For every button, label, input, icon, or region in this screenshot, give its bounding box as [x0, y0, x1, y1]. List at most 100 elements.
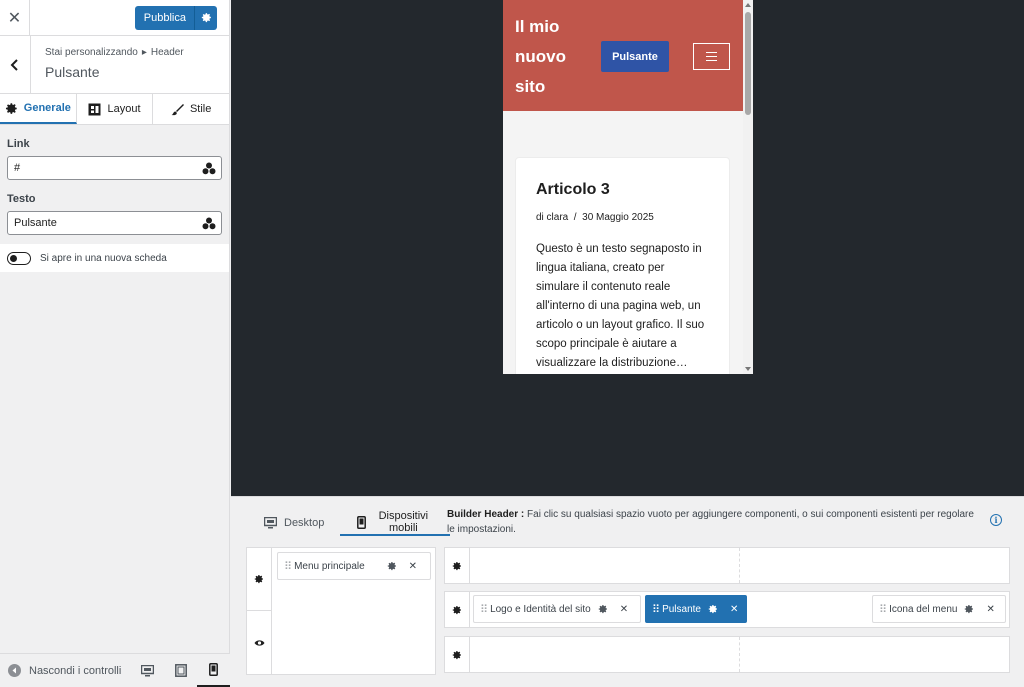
hide-controls-button[interactable]: Nascondi i controlli [0, 664, 121, 677]
breadcrumb-section: Header [150, 47, 184, 58]
customizer-sidebar: ✕ Pubblica Stai personalizzando ▸ Header… [0, 0, 230, 687]
tab-layout[interactable]: Layout [77, 94, 154, 124]
tablet-preview-button[interactable] [164, 654, 197, 687]
remove-component-icon[interactable]: ✕ [730, 604, 738, 615]
gear-icon [452, 605, 461, 614]
publish-settings-button[interactable] [195, 12, 217, 23]
component-settings-button[interactable] [387, 561, 397, 571]
builder-device-tabs: Desktop Dispositivi mobili [260, 510, 451, 536]
scroll-up-arrow-icon[interactable] [745, 3, 751, 7]
mobile-preview-button[interactable] [197, 654, 230, 687]
text-label: Testo [7, 193, 36, 205]
gear-icon [201, 13, 211, 23]
row-divider [739, 548, 740, 583]
remove-component-icon[interactable]: ✕ [986, 604, 994, 615]
remove-component-icon[interactable]: ✕ [409, 561, 417, 572]
arrow-left-circle-icon [8, 664, 21, 677]
preview-page: Il mio nuovo sito Pulsante Articolo 3 di… [503, 0, 743, 374]
text-value: Pulsante [14, 217, 57, 229]
publish-button[interactable]: Pubblica [135, 5, 195, 30]
builder-instructions-title: Builder Header : [447, 509, 525, 520]
desktop-preview-button[interactable] [131, 654, 164, 687]
device-switcher [131, 654, 230, 687]
settings-tabs: Generale Layout Stile [0, 94, 229, 125]
site-preview-area: Il mio nuovo sito Pulsante Articolo 3 di… [231, 0, 1024, 496]
back-button[interactable] [0, 36, 31, 93]
drag-handle-icon[interactable]: ⠿ [284, 560, 292, 573]
settings-panel: Link # Testo Pulsante Si apre in una nuo… [0, 125, 229, 272]
builder-tab-mobile[interactable]: Dispositivi mobili [340, 510, 451, 536]
builder-instructions: Builder Header : Fai clic su qualsiasi s… [447, 507, 982, 537]
builder-tab-mobile-label: Dispositivi mobili [378, 510, 429, 534]
component-settings-button[interactable] [598, 604, 608, 614]
component-label: Logo e Identità del sito [490, 603, 591, 615]
text-field[interactable]: Pulsante [7, 211, 222, 235]
menu-toggle-button[interactable] [693, 43, 730, 70]
offcanvas-settings-button[interactable] [247, 548, 271, 611]
tab-generale[interactable]: Generale [0, 94, 77, 124]
drag-handle-icon[interactable]: ⠿ [879, 603, 887, 616]
breadcrumb-arrow-icon: ▸ [141, 47, 147, 58]
desktop-icon [141, 664, 154, 676]
close-icon: ✕ [7, 9, 22, 27]
gear-icon [452, 561, 461, 570]
component-logo[interactable]: ⠿ Logo e Identità del sito ✕ [473, 595, 641, 623]
builder-row-bottom[interactable] [444, 636, 1010, 673]
sidebar-top-bar: ✕ Pubblica [0, 0, 229, 36]
component-settings-button[interactable] [964, 604, 974, 614]
link-value: # [14, 162, 21, 174]
preview-scrollbar[interactable] [743, 0, 753, 374]
mobile-icon [357, 515, 367, 529]
tab-label: Generale [23, 102, 71, 114]
tab-stile[interactable]: Stile [153, 94, 229, 124]
component-settings-button[interactable] [708, 604, 718, 614]
link-field[interactable]: # [7, 156, 222, 180]
row-settings-button[interactable] [445, 592, 470, 627]
builder-row-main[interactable]: ⠿ Logo e Identità del sito ✕ ⠿ Pulsante … [444, 591, 1010, 628]
gear-icon [254, 575, 263, 584]
builder-tab-desktop-label: Desktop [284, 517, 325, 529]
row-settings-button[interactable] [445, 637, 470, 672]
panel-title: Pulsante [45, 64, 100, 80]
scrollbar-thumb[interactable] [745, 12, 751, 115]
drag-handle-icon[interactable]: ⠿ [480, 603, 488, 616]
row-divider [739, 637, 740, 672]
component-label: Menu principale [294, 560, 365, 572]
builder-row-top[interactable] [444, 547, 1010, 584]
mobile-preview-frame[interactable]: Il mio nuovo sito Pulsante Articolo 3 di… [503, 0, 753, 374]
info-icon[interactable]: i [990, 514, 1002, 526]
gear-icon [387, 562, 396, 571]
scroll-down-arrow-icon[interactable] [745, 367, 751, 371]
dynamic-tags-icon[interactable] [202, 162, 216, 175]
component-menu-principale[interactable]: ⠿ Menu principale ✕ [277, 552, 431, 580]
dynamic-tags-icon[interactable] [202, 217, 216, 230]
remove-component-icon[interactable]: ✕ [620, 604, 628, 615]
builder-tab-desktop[interactable]: Desktop [260, 510, 328, 536]
breadcrumb: Stai personalizzando ▸ Header [45, 47, 184, 58]
new-tab-option: Si apre in una nuova scheda [0, 244, 229, 272]
publish-button-group: Pubblica [134, 5, 217, 30]
drag-handle-icon[interactable]: ⠿ [652, 603, 660, 616]
tablet-icon [174, 664, 187, 677]
offcanvas-area[interactable]: ⠿ Menu principale ✕ [246, 547, 436, 675]
close-customizer-button[interactable]: ✕ [0, 0, 30, 36]
component-label: Icona del menu [889, 603, 958, 615]
row-settings-button[interactable] [445, 548, 470, 583]
component-icona-menu[interactable]: ⠿ Icona del menu ✕ [872, 595, 1006, 623]
article-card: Articolo 3 di clara / 30 Maggio 2025 Que… [515, 157, 730, 374]
chevron-left-icon [10, 58, 18, 71]
gear-icon [5, 102, 17, 114]
brush-icon [171, 103, 184, 115]
tab-label: Stile [189, 103, 212, 115]
gear-icon [965, 605, 974, 614]
site-title[interactable]: Il mio nuovo sito [515, 12, 575, 102]
new-tab-label: Si apre in una nuova scheda [40, 252, 167, 264]
header-button[interactable]: Pulsante [601, 41, 669, 72]
article-excerpt: Questo è un testo segnaposto in lingua i… [536, 243, 705, 369]
site-header[interactable]: Il mio nuovo sito Pulsante [503, 0, 743, 111]
component-label: Pulsante [662, 603, 701, 615]
offcanvas-visibility-button[interactable] [247, 611, 271, 674]
component-pulsante[interactable]: ⠿ Pulsante ✕ [645, 595, 747, 623]
article-title[interactable]: Articolo 3 [536, 181, 709, 199]
new-tab-toggle[interactable] [7, 251, 31, 265]
